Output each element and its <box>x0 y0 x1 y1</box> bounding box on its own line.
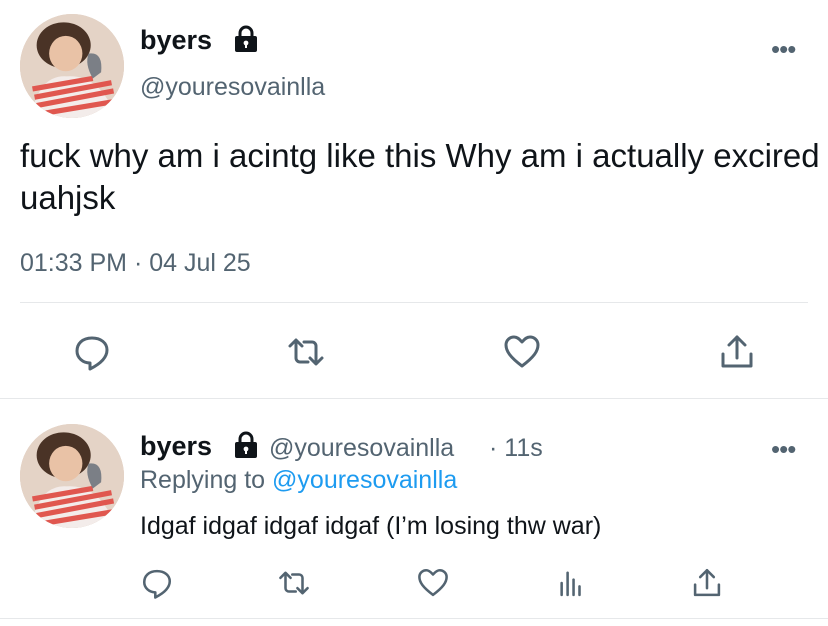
avatar[interactable] <box>20 14 124 118</box>
divider <box>0 398 828 399</box>
divider <box>0 618 828 619</box>
reply-icon[interactable] <box>140 566 174 600</box>
display-name[interactable]: byers <box>140 25 212 56</box>
user-handle[interactable]: @youresovainlla <box>269 434 454 463</box>
replying-to-line: Replying to @youresovainlla <box>140 466 457 495</box>
divider <box>20 302 808 303</box>
display-name[interactable]: byers <box>140 431 212 462</box>
user-handle[interactable]: @youresovainlla <box>140 73 325 102</box>
analytics-icon[interactable] <box>554 566 588 600</box>
retweet-icon[interactable] <box>286 332 326 372</box>
replying-to-label: Replying to <box>140 466 266 494</box>
tweet-time[interactable]: · 11s <box>489 434 543 463</box>
reply-text: Idgaf idgaf idgaf idgaf (I’m losing thw … <box>140 512 602 540</box>
lock-icon <box>233 431 259 459</box>
lock-icon <box>233 25 259 53</box>
like-icon[interactable] <box>502 332 542 372</box>
retweet-icon[interactable] <box>277 566 311 600</box>
replying-to-link[interactable]: @youresovainlla <box>272 466 457 494</box>
avatar-image <box>20 424 124 528</box>
more-options-icon[interactable]: ••• <box>771 36 796 62</box>
tweet-timestamp[interactable]: 01:33 PM · 04 Jul 25 <box>20 249 251 278</box>
reply-icon[interactable] <box>72 332 112 372</box>
like-icon[interactable] <box>416 566 450 600</box>
avatar-image <box>20 14 124 118</box>
avatar[interactable] <box>20 424 124 528</box>
tweet-text: fuck why am i acintg like this Why am i … <box>20 137 820 216</box>
share-icon[interactable] <box>690 566 724 600</box>
more-options-icon[interactable]: ••• <box>771 436 796 462</box>
share-icon[interactable] <box>717 332 757 372</box>
